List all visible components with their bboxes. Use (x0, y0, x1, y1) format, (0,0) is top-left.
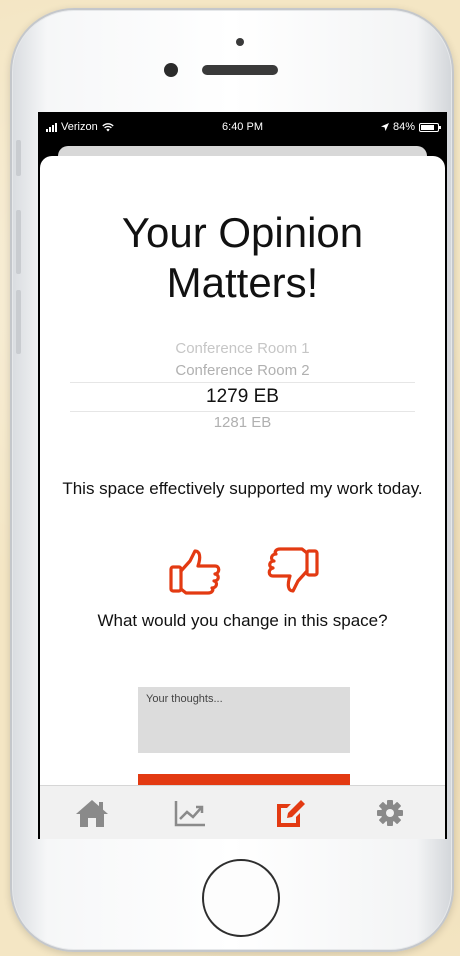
mute-switch (16, 140, 21, 176)
survey-card: Your Opinion Matters! Conference Room 1 … (40, 156, 445, 818)
thumbs-down-button[interactable] (264, 547, 320, 595)
status-bar: Verizon 6:40 PM 84% (38, 112, 447, 142)
page-title: Your Opinion Matters! (40, 208, 445, 308)
earpiece-speaker (202, 65, 278, 75)
status-right: 84% (380, 121, 441, 133)
title-line-2: Matters! (166, 259, 319, 306)
title-line-1: Your Opinion (121, 209, 364, 256)
picker-option[interactable]: Conference Room 2 (70, 360, 415, 382)
chart-icon (174, 801, 205, 827)
thumbs-down-icon (267, 547, 319, 593)
phone-screen: Verizon 6:40 PM 84% Your Opinion Matters… (38, 112, 447, 839)
edit-icon (277, 800, 305, 827)
tab-stats[interactable] (170, 796, 210, 830)
gear-icon (377, 800, 403, 826)
picker-option[interactable]: Conference Room 1 (70, 338, 415, 360)
volume-down-button (16, 290, 21, 354)
tab-home[interactable] (72, 796, 112, 830)
home-icon (76, 800, 108, 827)
location-arrow-icon (380, 123, 389, 131)
battery-percent: 84% (392, 121, 415, 133)
thumbs-up-button[interactable] (168, 547, 224, 595)
proximity-sensor (236, 38, 244, 46)
support-statement: This space effectively supported my work… (62, 479, 423, 498)
battery-icon (419, 122, 441, 132)
location-picker[interactable]: Conference Room 1 Conference Room 2 1279… (70, 338, 415, 434)
tab-feedback[interactable] (270, 796, 310, 830)
thumbs-up-icon (169, 549, 221, 595)
change-question: What would you change in this space? (97, 611, 388, 630)
tab-bar (40, 785, 445, 839)
battery-fill (421, 124, 435, 130)
rating-buttons (40, 547, 445, 597)
picker-option[interactable]: 1281 EB (70, 412, 415, 434)
home-button[interactable] (202, 859, 280, 937)
front-camera (164, 63, 178, 77)
tab-settings[interactable] (370, 796, 410, 830)
thoughts-input[interactable] (138, 687, 350, 753)
volume-up-button (16, 210, 21, 274)
picker-option-selected[interactable]: 1279 EB (70, 382, 415, 412)
